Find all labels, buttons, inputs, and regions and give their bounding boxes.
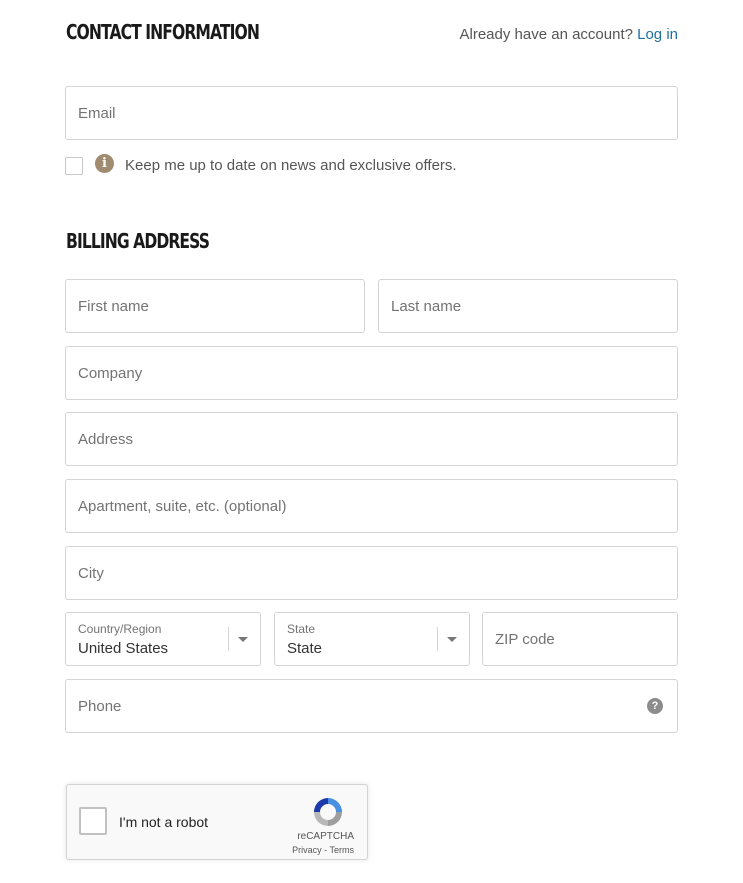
first-name-input[interactable] [66, 280, 364, 332]
recaptcha-checkbox[interactable] [79, 807, 107, 835]
city-input[interactable] [66, 547, 677, 599]
chevron-down-icon [447, 637, 457, 642]
account-prompt-text: Already have an account? [459, 26, 633, 43]
zip-input[interactable] [483, 613, 677, 665]
country-select-divider [228, 627, 229, 651]
email-input[interactable] [66, 87, 677, 139]
state-select[interactable]: State State [274, 612, 470, 666]
email-field [65, 86, 678, 140]
first-name-field [65, 279, 365, 333]
state-select-label: State [287, 622, 316, 636]
recaptcha-widget: I'm not a robot reCAPTCHA Privacy - Term… [66, 784, 368, 860]
apartment-field [65, 479, 678, 533]
company-field [65, 346, 678, 400]
login-link[interactable]: Log in [637, 26, 678, 43]
zip-field [482, 612, 678, 666]
last-name-field [378, 279, 678, 333]
address-input[interactable] [66, 413, 677, 465]
state-select-divider [437, 627, 438, 651]
recaptcha-terms-link[interactable]: Privacy - Terms [292, 845, 354, 855]
newsletter-label: Keep me up to date on news and exclusive… [125, 157, 457, 174]
newsletter-checkbox[interactable] [65, 157, 83, 175]
state-select-value: State [287, 640, 323, 657]
help-icon[interactable]: ? [647, 698, 663, 714]
apartment-input[interactable] [66, 480, 677, 532]
chevron-down-icon [238, 637, 248, 642]
recaptcha-brand: reCAPTCHA [297, 831, 354, 842]
country-select[interactable]: Country/Region United States [65, 612, 261, 666]
billing-section-title: BILLING ADDRESS [66, 229, 210, 253]
recaptcha-logo-icon [314, 798, 342, 826]
account-prompt: Already have an account? Log in [460, 26, 679, 43]
company-input[interactable] [66, 347, 677, 399]
country-select-label: Country/Region [78, 622, 162, 636]
phone-field: ? [65, 679, 678, 733]
info-icon: i [95, 154, 114, 173]
phone-input[interactable] [66, 680, 677, 732]
last-name-input[interactable] [379, 280, 677, 332]
address-field [65, 412, 678, 466]
country-select-value: United States [78, 640, 169, 657]
contact-section-title: CONTACT INFORMATION [66, 20, 260, 44]
recaptcha-label: I'm not a robot [119, 814, 209, 830]
city-field [65, 546, 678, 600]
